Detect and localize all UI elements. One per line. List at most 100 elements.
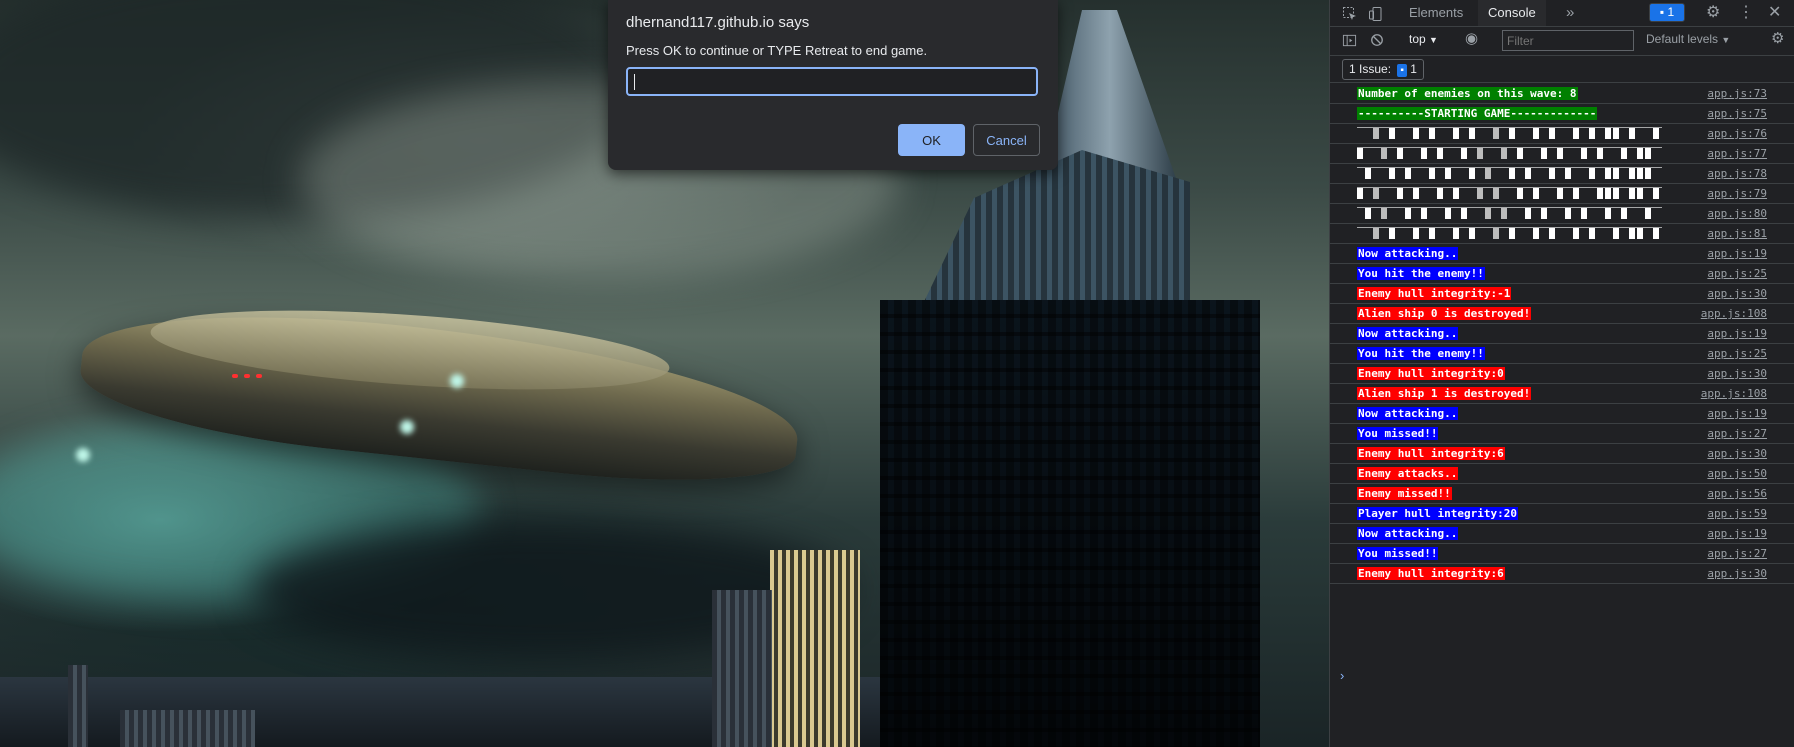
source-link[interactable]: app.js:30 [1707,367,1767,380]
console-message: Alien ship 0 is destroyed! app.js:108 [1330,304,1794,324]
console-toolbar: top ▼ ◉ Default levels ▼ ⚙ [1330,27,1794,56]
source-link[interactable]: app.js:108 [1701,307,1767,320]
close-icon[interactable]: ✕ [1768,0,1781,26]
console-message: app.js:79 [1330,184,1794,204]
chevron-double-right-icon[interactable]: » [1566,0,1574,26]
ship-light [244,374,250,378]
console-message-text: Now attacking.. [1357,247,1459,260]
source-link[interactable]: app.js:81 [1707,227,1767,240]
ship-light [232,374,238,378]
console-message: app.js:80 [1330,204,1794,224]
console-message-text: Enemy attacks.. [1357,467,1459,480]
sidebar-toggle-icon[interactable] [1342,26,1357,52]
source-link[interactable]: app.js:80 [1707,207,1767,220]
console-message: Enemy missed!! app.js:56 [1330,484,1794,504]
console-message: Now attacking.. app.js:19 [1330,524,1794,544]
ascii-art-line [1357,167,1662,180]
console-message-text: You missed!! [1357,547,1439,560]
source-link[interactable]: app.js:56 [1707,487,1767,500]
console-prompt[interactable]: › [1340,668,1344,683]
text-caret [634,74,635,90]
ship-engine-glow [400,420,414,434]
tab-console[interactable]: Console [1478,0,1546,26]
console-log: Number of enemies on this wave: 8 app.js:… [1330,84,1794,584]
levels-label: Default levels [1646,32,1719,46]
console-message: app.js:77 [1330,144,1794,164]
console-message-text: Now attacking.. [1357,327,1459,340]
source-link[interactable]: app.js:30 [1707,287,1767,300]
source-link[interactable]: app.js:25 [1707,347,1767,360]
filter-input[interactable] [1502,30,1634,51]
ascii-art-line [1357,227,1662,240]
clear-console-icon[interactable] [1370,26,1384,52]
inspect-element-icon[interactable] [1342,0,1358,26]
prompt-dialog: dhernand117.github.io says Press OK to c… [608,0,1058,170]
ship-engine-glow [450,374,464,388]
source-link[interactable]: app.js:50 [1707,467,1767,480]
source-link[interactable]: app.js:27 [1707,547,1767,560]
dialog-message: Press OK to continue or TYPE Retreat to … [626,43,928,58]
console-message: app.js:81 [1330,224,1794,244]
console-message: Now attacking.. app.js:19 [1330,404,1794,424]
source-link[interactable]: app.js:108 [1701,387,1767,400]
source-link[interactable]: app.js:75 [1707,107,1767,120]
console-message: Enemy hull integrity:0 app.js:30 [1330,364,1794,384]
dropdown-arrow-icon: ▼ [1721,35,1731,45]
more-vertical-icon[interactable]: ⋮ [1738,0,1754,26]
console-message-text: Number of enemies on this wave: 8 [1357,87,1578,100]
console-message: You hit the enemy!! app.js:25 [1330,264,1794,284]
console-message-text: Alien ship 0 is destroyed! [1357,307,1532,320]
issues-button[interactable]: 1 Issue: ▪ 1 [1342,59,1424,80]
cancel-button[interactable]: Cancel [973,124,1040,156]
gear-icon[interactable]: ⚙ [1706,0,1720,26]
source-link[interactable]: app.js:73 [1707,87,1767,100]
issues-label: 1 Issue: [1349,62,1392,76]
source-link[interactable]: app.js:59 [1707,507,1767,520]
console-message-text: Alien ship 1 is destroyed! [1357,387,1532,400]
console-message: Enemy attacks.. app.js:50 [1330,464,1794,484]
tower-upper [920,150,1190,310]
source-link[interactable]: app.js:19 [1707,407,1767,420]
issues-badge[interactable]: ▪ 1 [1649,3,1685,22]
device-toolbar-icon[interactable] [1368,0,1384,26]
source-link[interactable]: app.js:30 [1707,447,1767,460]
dropdown-arrow-icon: ▼ [1429,35,1438,45]
source-link[interactable]: app.js:27 [1707,427,1767,440]
gear-icon[interactable]: ⚙ [1771,26,1784,52]
console-message: Enemy hull integrity:-1 app.js:30 [1330,284,1794,304]
dialog-input[interactable] [626,67,1038,96]
console-message-text: Enemy hull integrity:6 [1357,567,1505,580]
source-link[interactable]: app.js:78 [1707,167,1767,180]
devtools-tabbar: Elements Console » ▪ 1 ⚙ ⋮ ✕ [1330,0,1794,27]
console-message: ----------STARTING GAME------------- app.… [1330,104,1794,124]
source-link[interactable]: app.js:30 [1707,567,1767,580]
ok-button[interactable]: OK [898,124,965,156]
source-link[interactable]: app.js:19 [1707,527,1767,540]
ascii-art-line [1357,207,1662,220]
source-link[interactable]: app.js:77 [1707,147,1767,160]
console-message-text: Now attacking.. [1357,407,1459,420]
source-link[interactable]: app.js:19 [1707,327,1767,340]
source-link[interactable]: app.js:76 [1707,127,1767,140]
console-message: You missed!! app.js:27 [1330,544,1794,564]
log-levels-dropdown[interactable]: Default levels ▼ [1646,26,1730,53]
ship-light [256,374,262,378]
console-message: You hit the enemy!! app.js:25 [1330,344,1794,364]
source-link[interactable]: app.js:25 [1707,267,1767,280]
tab-elements[interactable]: Elements [1399,0,1473,26]
context-selector[interactable]: top ▼ [1409,26,1438,53]
ship-engine-glow [76,448,90,462]
console-message: Now attacking.. app.js:19 [1330,324,1794,344]
console-message-text: ----------STARTING GAME------------- [1357,107,1598,120]
issues-count: 1 [1410,62,1417,76]
issues-bar: 1 Issue: ▪ 1 [1330,56,1794,83]
source-link[interactable]: app.js:19 [1707,247,1767,260]
console-message-text: Enemy hull integrity:0 [1357,367,1505,380]
source-link[interactable]: app.js:79 [1707,187,1767,200]
console-message-text: You hit the enemy!! [1357,267,1485,280]
console-message-text: Enemy hull integrity:-1 [1357,287,1512,300]
eye-icon[interactable]: ◉ [1465,26,1478,52]
console-message: Enemy hull integrity:6 app.js:30 [1330,444,1794,464]
building [120,710,255,747]
building [68,665,88,747]
